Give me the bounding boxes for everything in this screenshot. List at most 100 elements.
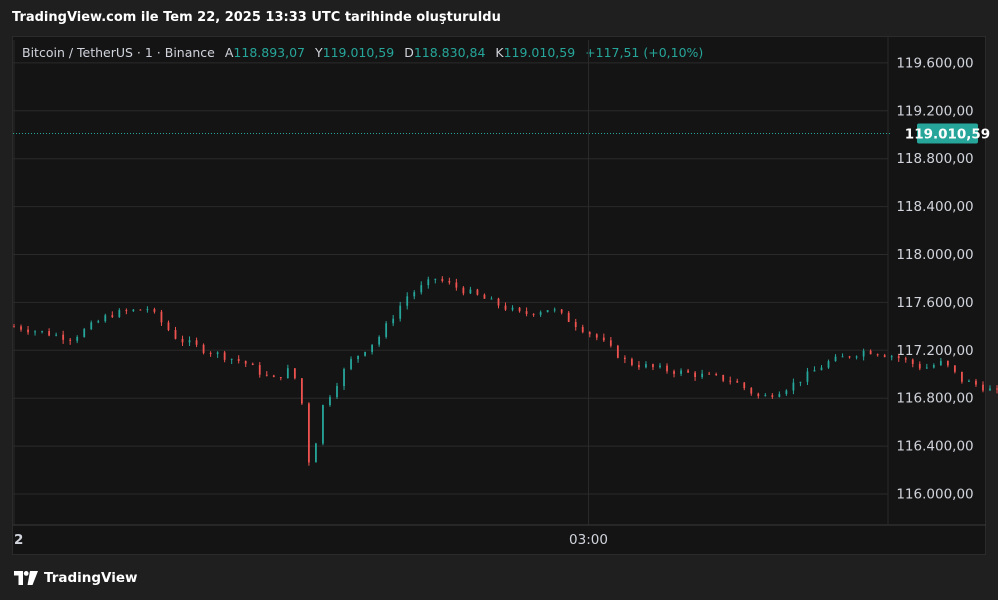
price-chart[interactable]: 116.000,00 116.400,00 116.800,00 117.200,00… (0, 0, 998, 600)
candle-body (574, 321, 577, 328)
x-tick-label: 03:00 (569, 532, 608, 548)
candle-body (904, 358, 907, 360)
candle-body (251, 363, 254, 366)
candle-body (469, 289, 472, 294)
candle-body (911, 359, 914, 364)
candle-body (41, 331, 43, 333)
candle-body (553, 309, 556, 311)
y-tick-label: 118.000,00 (896, 247, 973, 263)
y-tick-label: 118.800,00 (896, 151, 973, 167)
candle-body (90, 322, 93, 330)
x-tick-label: 2 (14, 532, 23, 548)
candle-body (48, 331, 51, 336)
candle-body (139, 309, 142, 311)
candle-body (616, 345, 619, 358)
candle-body (441, 278, 444, 281)
candle-body (223, 352, 226, 360)
candle-body (652, 364, 654, 368)
candle-body (715, 374, 718, 376)
candle-body (820, 367, 823, 371)
candle-body (300, 378, 303, 404)
y-tick-label: 118.400,00 (896, 199, 973, 215)
candle-body (364, 351, 366, 356)
candle-body (286, 368, 289, 379)
y-tick-label: 116.400,00 (896, 439, 973, 455)
candle-body (399, 305, 402, 319)
candle-body (427, 279, 430, 286)
candle-body (848, 356, 851, 358)
candle-body (69, 339, 72, 341)
candle-body (357, 355, 359, 360)
candle-body (104, 315, 107, 322)
candle-body (111, 315, 114, 317)
candle-body (209, 352, 212, 354)
candle-body (490, 298, 493, 300)
candle-body (13, 326, 15, 328)
candle-body (968, 380, 970, 382)
candle-body (258, 365, 261, 375)
candle-body (946, 360, 949, 366)
candle-body (708, 373, 711, 375)
candle-body (701, 373, 704, 378)
candle-body (146, 309, 149, 311)
candle-body (757, 393, 760, 397)
candle-body (195, 340, 198, 345)
candle-body (546, 310, 549, 313)
candle-body (336, 386, 338, 398)
last-price-label: 119.010,59 (905, 126, 990, 142)
candle-body (413, 292, 416, 297)
candle-body (729, 380, 732, 382)
candle-body (371, 344, 374, 352)
candle-body (462, 287, 465, 294)
candle-body (174, 330, 177, 339)
candle-body (631, 359, 633, 365)
candle-body (743, 382, 746, 389)
candle-body (638, 364, 640, 368)
candle-body (20, 326, 22, 330)
candle-body (343, 369, 345, 387)
candle-body (518, 307, 521, 312)
candle-body (188, 340, 191, 343)
candle-body (392, 318, 395, 324)
candle-body (272, 375, 275, 378)
candle-body (448, 280, 451, 283)
candle-body (897, 356, 900, 359)
candle-body (483, 294, 486, 299)
candle-body (181, 338, 184, 343)
candle-body (265, 374, 268, 376)
candle-body (687, 370, 689, 373)
candle-body (385, 323, 388, 337)
candle-body (623, 357, 626, 360)
candle-body (153, 309, 156, 312)
candle-body (862, 350, 865, 357)
candle-body (539, 312, 542, 315)
candle-body (932, 365, 935, 368)
candle-body (961, 371, 963, 382)
candle-body (750, 388, 753, 394)
candle-body (230, 358, 233, 360)
candle-body (890, 356, 893, 358)
candle-body (315, 443, 317, 463)
candle-body (420, 285, 423, 293)
candle-body (595, 334, 598, 338)
y-tick-label: 119.200,00 (896, 103, 973, 119)
candle-body (939, 360, 942, 366)
candle-body (785, 390, 788, 395)
footer-brand[interactable]: TradingView (14, 570, 138, 586)
candle-body (954, 365, 956, 372)
candle-body (841, 356, 844, 358)
candle-body (160, 311, 163, 323)
candle-body (736, 381, 739, 383)
y-tick-label: 119.600,00 (896, 55, 973, 71)
candle-body (279, 377, 282, 379)
candle-body (666, 365, 668, 372)
candle-body (497, 298, 500, 306)
candle-body (34, 331, 36, 333)
candle-body (406, 296, 409, 306)
candle-body (778, 394, 781, 398)
candle-body (722, 374, 725, 381)
candle-body (581, 327, 584, 333)
candle-body (55, 334, 58, 336)
candle-body (925, 367, 928, 369)
y-tick-label: 117.200,00 (896, 343, 973, 359)
